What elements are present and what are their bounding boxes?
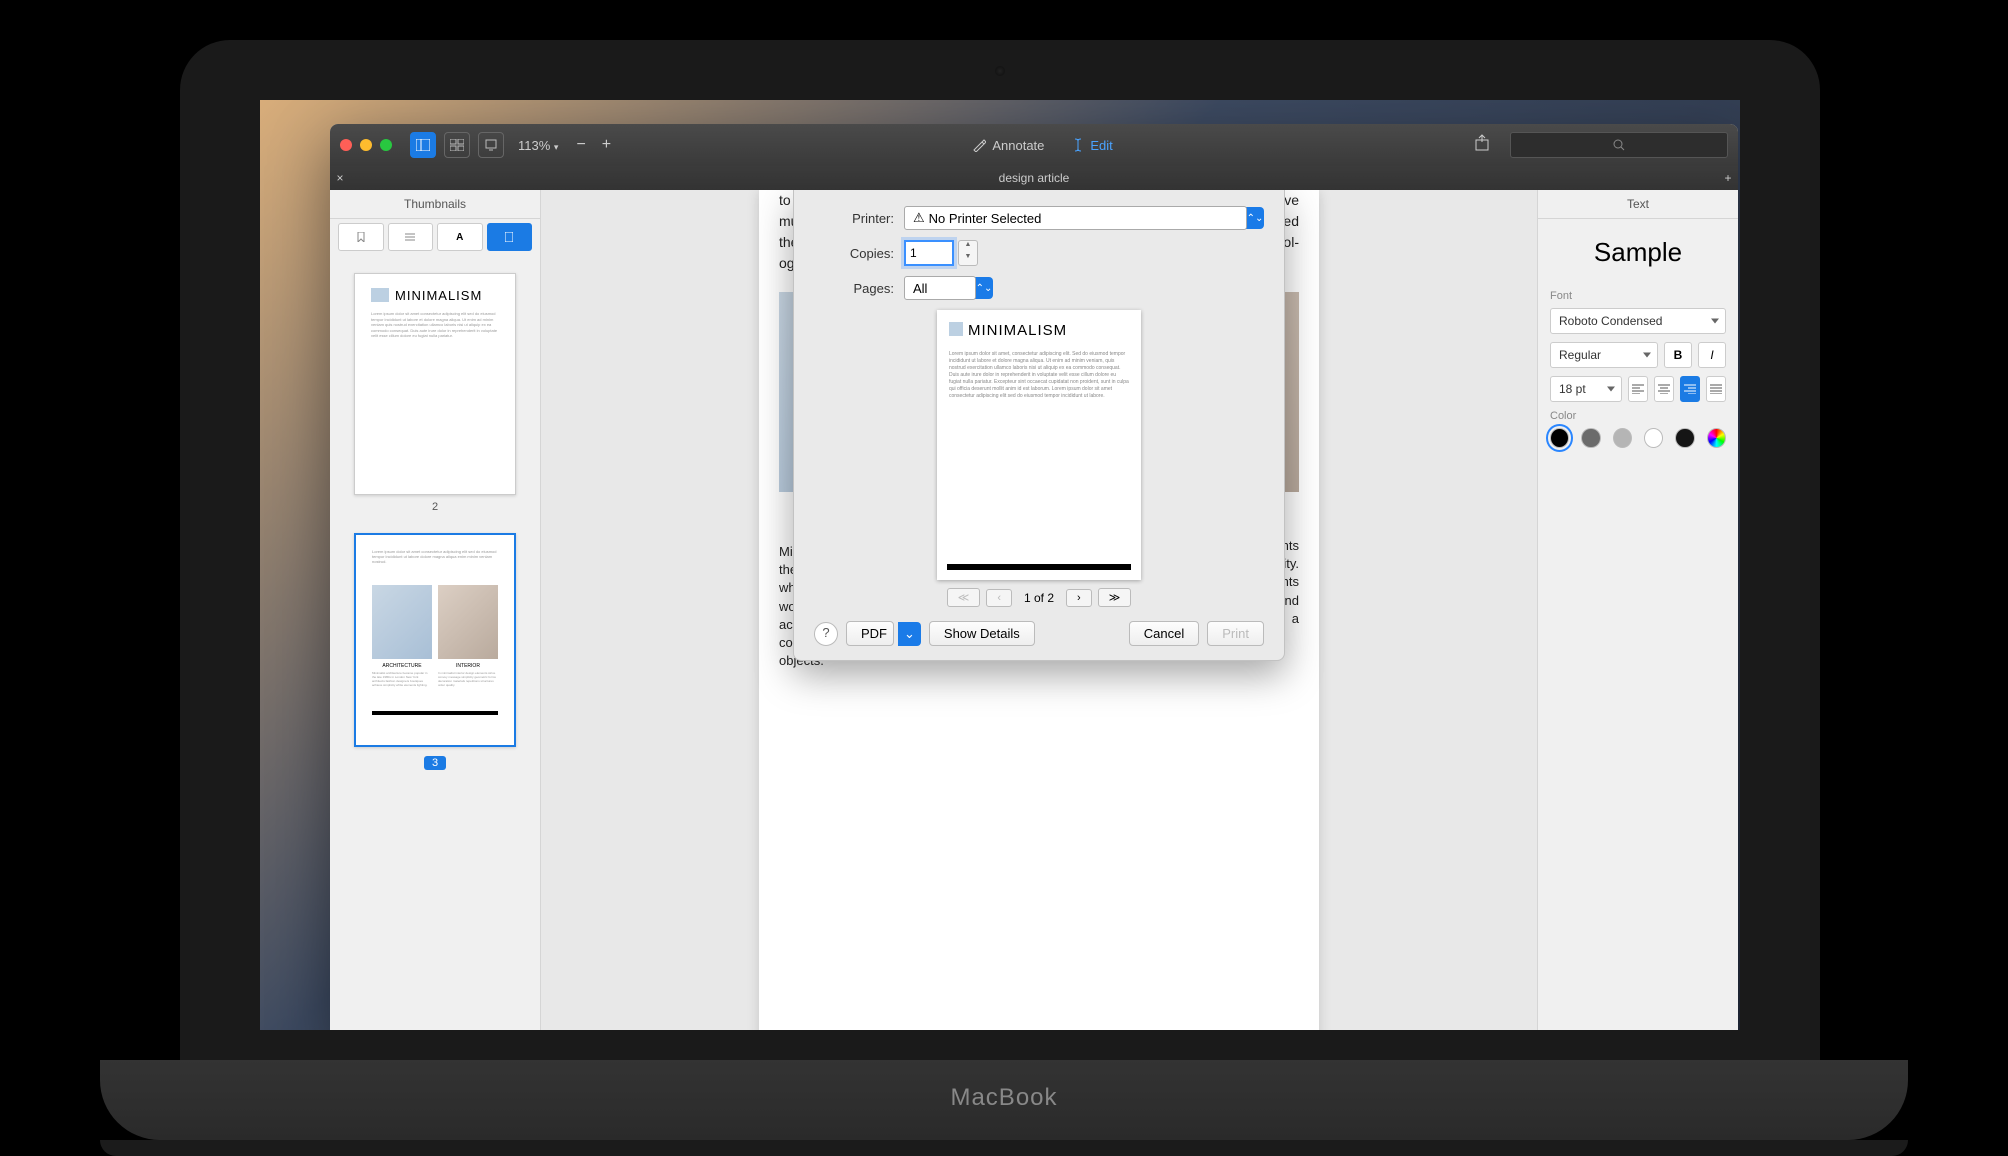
app-window: 113% ▾ − + Annotate Edit <box>330 124 1738 1030</box>
thumbnail-page-2[interactable]: MINIMALISM Lorem ipsum dolor sit amet co… <box>354 273 516 495</box>
align-center-icon <box>1658 384 1670 394</box>
share-button[interactable] <box>1474 134 1496 156</box>
pager-first-button[interactable]: ≪ <box>947 588 981 607</box>
help-button[interactable]: ? <box>814 622 838 646</box>
font-weight-select[interactable]: Regular <box>1550 342 1658 368</box>
thumbnails-list: MINIMALISM Lorem ipsum dolor sit amet co… <box>330 255 540 1030</box>
zoom-out-button[interactable]: − <box>576 136 585 154</box>
text-sample: Sample <box>1538 237 1738 268</box>
page-icon <box>505 232 513 242</box>
bookmark-icon <box>357 232 365 242</box>
panel-tab-annotations[interactable]: A <box>437 223 483 251</box>
view-grid-button[interactable] <box>444 132 470 158</box>
right-panel-title: Text <box>1538 190 1738 219</box>
color-swatch[interactable] <box>1550 428 1569 448</box>
zoom-window[interactable] <box>380 139 392 151</box>
color-swatch[interactable] <box>1675 428 1694 448</box>
pager-prev-button[interactable]: ‹ <box>986 589 1012 607</box>
window-controls <box>340 139 392 151</box>
font-size-select[interactable]: 18 pt <box>1550 376 1622 402</box>
toolbar: 113% ▾ − + Annotate Edit <box>330 124 1738 166</box>
font-section-label: Font <box>1538 290 1738 302</box>
tab-add-button[interactable]: + <box>1718 171 1738 185</box>
search-input[interactable] <box>1510 132 1728 158</box>
align-left-button[interactable] <box>1628 376 1648 402</box>
annotate-button[interactable]: Annotate <box>972 138 1044 153</box>
panel-tab-thumbnails[interactable] <box>487 223 533 251</box>
print-dialog: Printer: ⚠No Printer Selected ⌃⌄ Copies:… <box>793 190 1285 661</box>
laptop-base: MacBook <box>100 1060 1908 1140</box>
list-icon <box>405 233 415 241</box>
align-center-button[interactable] <box>1654 376 1674 402</box>
panel-tab-bookmarks[interactable] <box>338 223 384 251</box>
tab-title: design article <box>350 171 1718 185</box>
laptop-brand: MacBook <box>100 1084 1908 1112</box>
view-sidebar-button[interactable] <box>410 132 436 158</box>
cancel-button[interactable]: Cancel <box>1129 621 1199 646</box>
color-swatch[interactable] <box>1644 428 1663 448</box>
inspector-panel: Text Sample Font Roboto Condensed Regula… <box>1537 190 1738 1030</box>
align-justify-icon <box>1710 384 1722 394</box>
tab-close-button[interactable]: × <box>330 171 350 185</box>
pencil-icon <box>972 138 986 152</box>
printer-select[interactable]: ⚠No Printer Selected <box>904 206 1247 230</box>
left-panel-title: Thumbnails <box>330 190 540 219</box>
pdf-dropdown[interactable]: PDF <box>846 621 894 646</box>
zoom-in-button[interactable]: + <box>602 136 611 154</box>
preview-title: MINIMALISM <box>949 322 1129 339</box>
content-area: Thumbnails A <box>330 190 1738 1030</box>
color-picker-button[interactable] <box>1707 428 1726 448</box>
show-details-button[interactable]: Show Details <box>929 621 1035 646</box>
copies-label: Copies: <box>814 246 894 261</box>
color-swatch[interactable] <box>1581 428 1600 448</box>
bold-button[interactable]: B <box>1664 342 1692 368</box>
thumbnail-number-selected: 3 <box>424 756 446 770</box>
align-right-icon <box>1684 384 1696 394</box>
font-family-select[interactable]: Roboto Condensed <box>1550 308 1726 334</box>
thumbnail-number: 2 <box>354 501 516 513</box>
color-swatch[interactable] <box>1613 428 1632 448</box>
pager-last-button[interactable]: ≫ <box>1098 588 1132 607</box>
page-indicator: 1 of 2 <box>1024 591 1054 605</box>
thumbnail-title: MINIMALISM <box>371 288 499 303</box>
left-panel-tabs: A <box>330 219 540 255</box>
pages-label: Pages: <box>814 281 894 296</box>
align-right-button[interactable] <box>1680 376 1700 402</box>
printer-label: Printer: <box>814 211 894 226</box>
minimize-window[interactable] <box>360 139 372 151</box>
print-preview: MINIMALISM Lorem ipsum dolor sit amet, c… <box>937 310 1141 580</box>
align-justify-button[interactable] <box>1706 376 1726 402</box>
page-view[interactable]: to creamultiplethe engogy anc o servedop… <box>541 190 1537 1030</box>
pager-next-button[interactable]: › <box>1066 589 1092 607</box>
search-icon <box>1613 139 1625 151</box>
pdf-dropdown-arrow[interactable]: ⌄ <box>898 622 921 646</box>
print-button[interactable]: Print <box>1207 621 1264 646</box>
view-slideshow-button[interactable] <box>478 132 504 158</box>
screen: 113% ▾ − + Annotate Edit <box>260 100 1740 1030</box>
panel-tab-outline[interactable] <box>388 223 434 251</box>
edit-button[interactable]: Edit <box>1072 138 1112 153</box>
copies-input[interactable] <box>904 240 954 266</box>
align-left-icon <box>1632 384 1644 394</box>
color-section-label: Color <box>1538 410 1738 422</box>
laptop-frame: 113% ▾ − + Annotate Edit <box>180 40 1820 1100</box>
thumbnail-page-3[interactable]: Lorem ipsum dolor sit amet consectetur a… <box>354 533 516 747</box>
text-cursor-icon <box>1072 138 1084 152</box>
italic-button[interactable]: I <box>1698 342 1726 368</box>
copies-stepper[interactable]: ▲▼ <box>958 240 978 266</box>
pages-select-arrow[interactable]: ⌃⌄ <box>975 277 993 299</box>
thumbnails-panel: Thumbnails A <box>330 190 541 1030</box>
printer-select-arrow[interactable]: ⌃⌄ <box>1246 207 1264 229</box>
zoom-dropdown[interactable]: 113% ▾ <box>518 138 558 153</box>
close-window[interactable] <box>340 139 352 151</box>
tab-bar: × design article + <box>330 166 1738 190</box>
webcam <box>995 66 1005 76</box>
pages-select[interactable]: All <box>904 276 976 300</box>
